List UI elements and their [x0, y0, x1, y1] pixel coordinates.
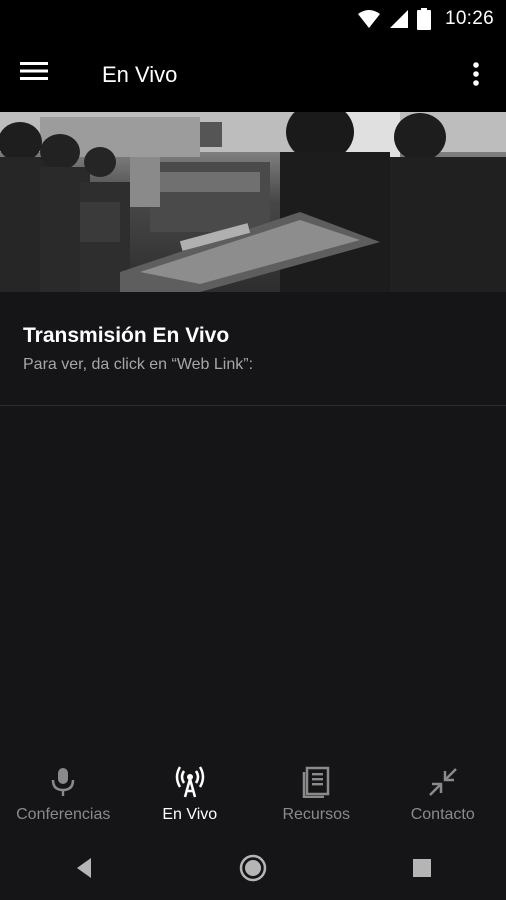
content-title: Transmisión En Vivo: [23, 324, 230, 347]
signal-icon: [389, 10, 408, 28]
recents-icon[interactable]: [392, 843, 452, 893]
bottom-navigation: Conferencias En Vivo Recursos Contacto: [0, 752, 506, 836]
nav-label-conferencias: Conferencias: [16, 806, 111, 823]
home-icon[interactable]: [223, 843, 283, 893]
book-icon: [300, 766, 332, 798]
battery-icon: [416, 8, 431, 30]
nav-item-contacto[interactable]: Contacto: [380, 752, 506, 836]
live-broadcast-photo: [0, 112, 506, 292]
nav-label-en-vivo: En Vivo: [162, 806, 218, 823]
wifi-icon: [357, 10, 380, 28]
back-icon[interactable]: [54, 843, 114, 893]
nav-label-contacto: Contacto: [410, 806, 475, 823]
hero-image: [0, 112, 506, 292]
status-time: 10:26: [444, 8, 494, 29]
content-subtitle: Para ver, da click en “Web Link”:: [23, 356, 254, 373]
system-navigation-bar: [0, 836, 506, 900]
broadcast-icon: [174, 766, 206, 798]
nav-item-en-vivo[interactable]: En Vivo: [127, 752, 254, 836]
nav-label-recursos: Recursos: [282, 806, 351, 823]
more-vert-icon[interactable]: [464, 58, 488, 92]
status-bar: 10:26: [0, 0, 506, 38]
microphone-icon: [47, 766, 79, 798]
divider: [0, 405, 506, 406]
collapse-arrows-icon: [427, 766, 459, 798]
nav-item-recursos[interactable]: Recursos: [253, 752, 380, 836]
nav-item-conferencias[interactable]: Conferencias: [0, 752, 127, 836]
app-bar: En Vivo: [0, 38, 506, 112]
hamburger-menu-icon[interactable]: [20, 60, 60, 90]
page-title: En Vivo: [102, 62, 178, 87]
